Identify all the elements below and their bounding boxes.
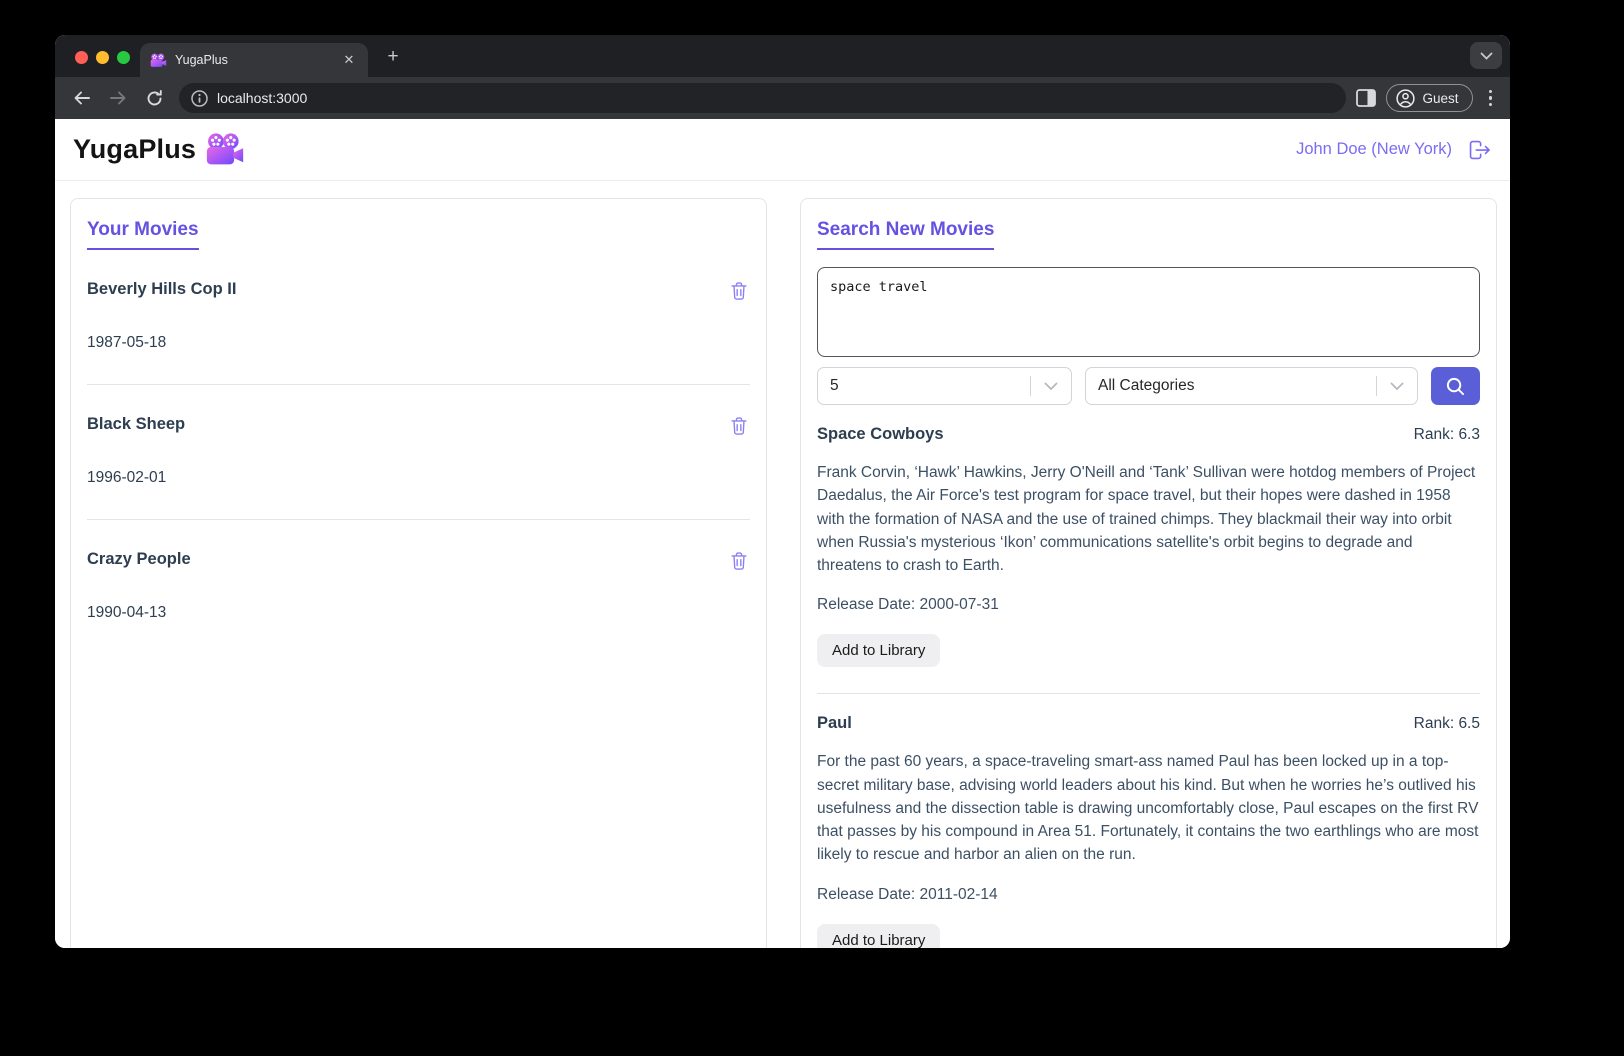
chevron-down-icon xyxy=(1044,382,1058,390)
result-release-date: Release Date: 2011-02-14 xyxy=(817,885,998,903)
search-movies-panel: Search New Movies space travel 5 All Cat… xyxy=(800,198,1497,948)
list-item: Black Sheep 1996-02-01 xyxy=(87,415,750,520)
site-info-icon[interactable] xyxy=(191,89,208,107)
search-query-input[interactable]: space travel xyxy=(817,267,1480,357)
movie-title: Crazy People xyxy=(87,550,191,568)
search-movies-title: Search New Movies xyxy=(817,219,995,250)
list-item: Crazy People 1990-04-13 xyxy=(87,550,750,622)
divider xyxy=(87,519,750,520)
app-title: YugaPlus xyxy=(73,134,197,164)
movie-camera-logo-icon xyxy=(206,133,244,165)
result-description: For the past 60 years, a space-traveling… xyxy=(817,753,1479,864)
user-name-link[interactable]: John Doe (New York) xyxy=(1296,140,1452,159)
tab-strip: YugaPlus ✕ + xyxy=(55,35,1510,77)
result-rank: Rank: 6.3 xyxy=(1413,426,1480,443)
browser-window: YugaPlus ✕ + localhost:3000 Guest YugaPl… xyxy=(55,35,1510,948)
movie-release-date: 1987-05-18 xyxy=(87,334,167,351)
movie-release-date: 1990-04-13 xyxy=(87,604,167,621)
movie-release-date: 1996-02-01 xyxy=(87,469,167,486)
result-rank: Rank: 6.5 xyxy=(1413,715,1480,733)
chevron-down-icon xyxy=(1390,382,1404,390)
add-to-library-button[interactable]: Add to Library xyxy=(817,634,941,668)
your-movies-panel: Your Movies Beverly Hills Cop II 1987-05… xyxy=(70,198,767,948)
list-item: Beverly Hills Cop II 1987-05-18 xyxy=(87,280,750,385)
search-result: Paul Rank: 6.5 For the past 60 years, a … xyxy=(817,714,1480,948)
result-limit-select[interactable]: 5 xyxy=(817,367,1072,405)
guest-avatar-icon xyxy=(1396,88,1416,108)
minimize-window-button[interactable] xyxy=(96,51,109,64)
zoom-window-button[interactable] xyxy=(117,51,130,64)
address-bar[interactable]: localhost:3000 xyxy=(179,83,1347,113)
result-title: Space Cowboys xyxy=(817,425,944,443)
delete-movie-trash-icon[interactable] xyxy=(728,550,750,572)
movie-title: Beverly Hills Cop II xyxy=(87,280,237,298)
tab-close-icon[interactable]: ✕ xyxy=(340,51,358,69)
result-description: Frank Corvin, ‘Hawk’ Hawkins, Jerry O'Ne… xyxy=(817,464,1476,574)
back-arrow-icon xyxy=(74,91,90,105)
url-text: localhost:3000 xyxy=(217,90,308,106)
window-controls xyxy=(75,51,130,64)
result-release-date: Release Date: 2000-07-31 xyxy=(817,596,999,614)
divider xyxy=(87,384,750,385)
add-to-library-button[interactable]: Add to Library xyxy=(817,923,941,948)
tab-title: YugaPlus xyxy=(175,53,228,67)
favicon-movie-camera-icon xyxy=(150,53,167,67)
logout-icon[interactable] xyxy=(1466,137,1492,163)
search-icon xyxy=(1446,377,1465,395)
browser-tab[interactable]: YugaPlus ✕ xyxy=(140,43,368,77)
your-movies-title: Your Movies xyxy=(87,219,199,250)
app-page: YugaPlus John Doe (New York) Your Movies… xyxy=(55,119,1510,948)
reload-button[interactable] xyxy=(139,83,169,113)
divider xyxy=(817,693,1480,695)
main-content: Your Movies Beverly Hills Cop II 1987-05… xyxy=(55,181,1510,948)
close-window-button[interactable] xyxy=(75,51,88,64)
search-result: Space Cowboys Rank: 6.3 Frank Corvin, ‘H… xyxy=(817,425,1480,695)
app-header: YugaPlus John Doe (New York) xyxy=(55,119,1510,181)
profile-label: Guest xyxy=(1422,90,1459,106)
result-title: Paul xyxy=(817,714,852,733)
forward-arrow-icon xyxy=(110,91,126,105)
search-button[interactable] xyxy=(1431,367,1480,405)
delete-movie-trash-icon[interactable] xyxy=(728,415,750,437)
delete-movie-trash-icon[interactable] xyxy=(728,280,750,302)
chevron-down-icon xyxy=(1480,52,1492,60)
movie-title: Black Sheep xyxy=(87,415,186,433)
browser-toolbar: localhost:3000 Guest xyxy=(55,77,1510,119)
profile-button[interactable]: Guest xyxy=(1386,84,1473,112)
category-select[interactable]: All Categories xyxy=(1085,367,1418,405)
side-panel-icon[interactable] xyxy=(1356,89,1377,107)
result-limit-value: 5 xyxy=(830,377,839,394)
tab-search-chevron-button[interactable] xyxy=(1470,42,1502,69)
forward-button[interactable] xyxy=(103,83,133,113)
new-tab-button[interactable]: + xyxy=(380,44,406,70)
reload-icon xyxy=(147,89,162,105)
category-value: All Categories xyxy=(1098,377,1195,394)
back-button[interactable] xyxy=(67,83,97,113)
brand: YugaPlus xyxy=(73,133,245,166)
browser-menu-button[interactable] xyxy=(1483,89,1499,107)
